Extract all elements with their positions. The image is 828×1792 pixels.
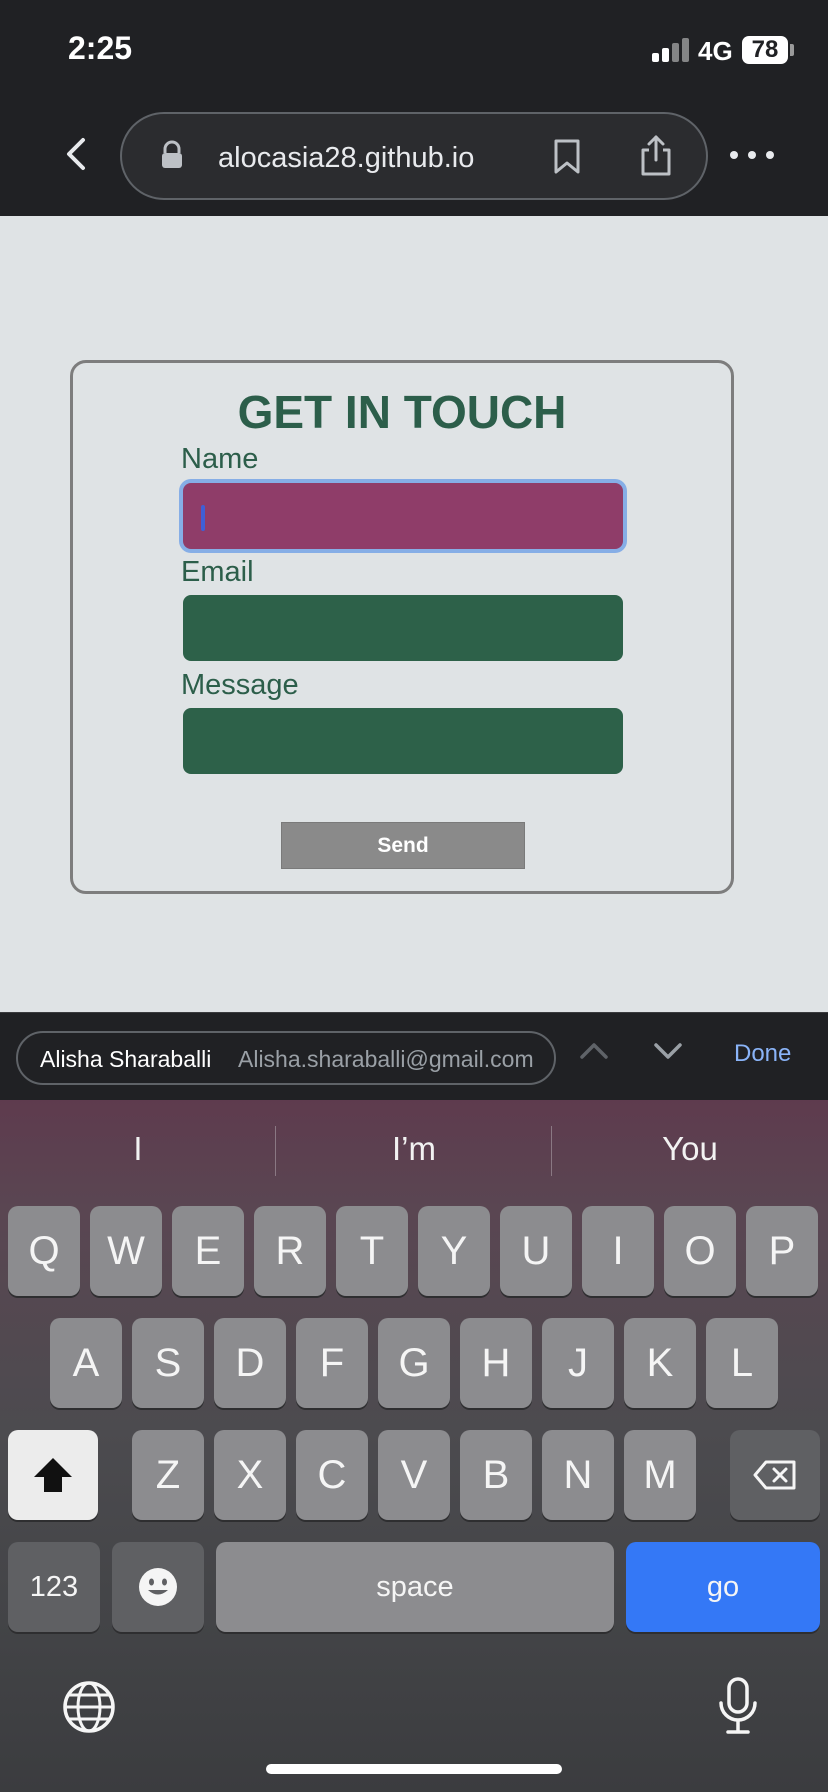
key-p[interactable]: P: [746, 1206, 818, 1296]
key-q[interactable]: Q: [8, 1206, 80, 1296]
send-button[interactable]: Send: [281, 822, 525, 869]
chevron-up-icon[interactable]: [578, 1041, 610, 1061]
browser-toolbar: alocasia28.github.io: [0, 100, 828, 216]
name-field[interactable]: [183, 483, 623, 549]
form-title: GET IN TOUCH: [237, 386, 567, 438]
network-type: 4G: [698, 36, 733, 66]
suggestion-name: Alisha Sharaballi: [40, 1046, 212, 1072]
web-content: GET IN TOUCH Name Email Message Send: [0, 216, 828, 1012]
url-text: alocasia28.github.io: [218, 142, 475, 174]
key-y[interactable]: Y: [418, 1206, 490, 1296]
go-key[interactable]: go: [626, 1542, 820, 1632]
key-i[interactable]: I: [582, 1206, 654, 1296]
space-key[interactable]: space: [216, 1542, 614, 1632]
back-button[interactable]: [56, 134, 96, 174]
message-field[interactable]: [183, 708, 623, 774]
lock-icon: [162, 140, 182, 168]
emoji-key[interactable]: [112, 1542, 204, 1632]
microphone-icon[interactable]: [716, 1676, 760, 1736]
globe-icon[interactable]: [62, 1680, 116, 1734]
key-s[interactable]: S: [132, 1318, 204, 1408]
prediction-item[interactable]: I’m: [276, 1130, 552, 1168]
key-w[interactable]: W: [90, 1206, 162, 1296]
prediction-item[interactable]: I: [0, 1130, 276, 1168]
share-icon[interactable]: [638, 134, 674, 178]
key-r[interactable]: R: [254, 1206, 326, 1296]
backspace-icon: [753, 1460, 796, 1490]
prediction-bar: I I’m You: [0, 1100, 828, 1200]
status-bar: 2:25 4G 78: [0, 0, 828, 100]
shift-icon: [34, 1458, 72, 1492]
autofill-bar: Alisha Sharaballi Alisha.sharaballi@gmai…: [0, 1012, 828, 1100]
emoji-icon: [139, 1568, 177, 1606]
key-t[interactable]: T: [336, 1206, 408, 1296]
key-h[interactable]: H: [460, 1318, 532, 1408]
key-a[interactable]: A: [50, 1318, 122, 1408]
prediction-item[interactable]: You: [552, 1130, 828, 1168]
key-k[interactable]: K: [624, 1318, 696, 1408]
key-j[interactable]: J: [542, 1318, 614, 1408]
chevron-down-icon[interactable]: [652, 1041, 684, 1061]
contact-form: GET IN TOUCH Name Email Message Send: [70, 360, 734, 894]
key-z[interactable]: Z: [132, 1430, 204, 1520]
key-m[interactable]: M: [624, 1430, 696, 1520]
text-caret: [201, 505, 205, 531]
battery-tip: [790, 44, 794, 56]
key-d[interactable]: D: [214, 1318, 286, 1408]
email-label: Email: [181, 556, 254, 588]
key-f[interactable]: F: [296, 1318, 368, 1408]
key-l[interactable]: L: [706, 1318, 778, 1408]
key-x[interactable]: X: [214, 1430, 286, 1520]
email-field[interactable]: [183, 595, 623, 661]
battery-icon: 78: [742, 36, 788, 64]
suggestion-email: Alisha.sharaballi@gmail.com: [238, 1046, 534, 1072]
done-button[interactable]: Done: [734, 1040, 791, 1068]
key-v[interactable]: V: [378, 1430, 450, 1520]
key-b[interactable]: B: [460, 1430, 532, 1520]
numbers-key[interactable]: 123: [8, 1542, 100, 1632]
key-u[interactable]: U: [500, 1206, 572, 1296]
status-time: 2:25: [68, 30, 133, 66]
keyboard: I I’m You Q W E R T Y U I O P A S D F G …: [0, 1100, 828, 1792]
key-n[interactable]: N: [542, 1430, 614, 1520]
key-e[interactable]: E: [172, 1206, 244, 1296]
address-bar[interactable]: alocasia28.github.io: [120, 112, 708, 200]
autofill-suggestion[interactable]: Alisha Sharaballi Alisha.sharaballi@gmai…: [16, 1031, 556, 1085]
backspace-key[interactable]: [730, 1430, 820, 1520]
signal-icon: [652, 38, 690, 62]
key-o[interactable]: O: [664, 1206, 736, 1296]
more-options-icon[interactable]: [730, 140, 774, 170]
shift-key[interactable]: [8, 1430, 98, 1520]
key-g[interactable]: G: [378, 1318, 450, 1408]
bookmark-icon[interactable]: [552, 138, 582, 176]
key-c[interactable]: C: [296, 1430, 368, 1520]
message-label: Message: [181, 669, 299, 701]
home-indicator: [266, 1764, 562, 1774]
chevron-left-icon: [67, 138, 85, 170]
name-label: Name: [181, 443, 259, 475]
